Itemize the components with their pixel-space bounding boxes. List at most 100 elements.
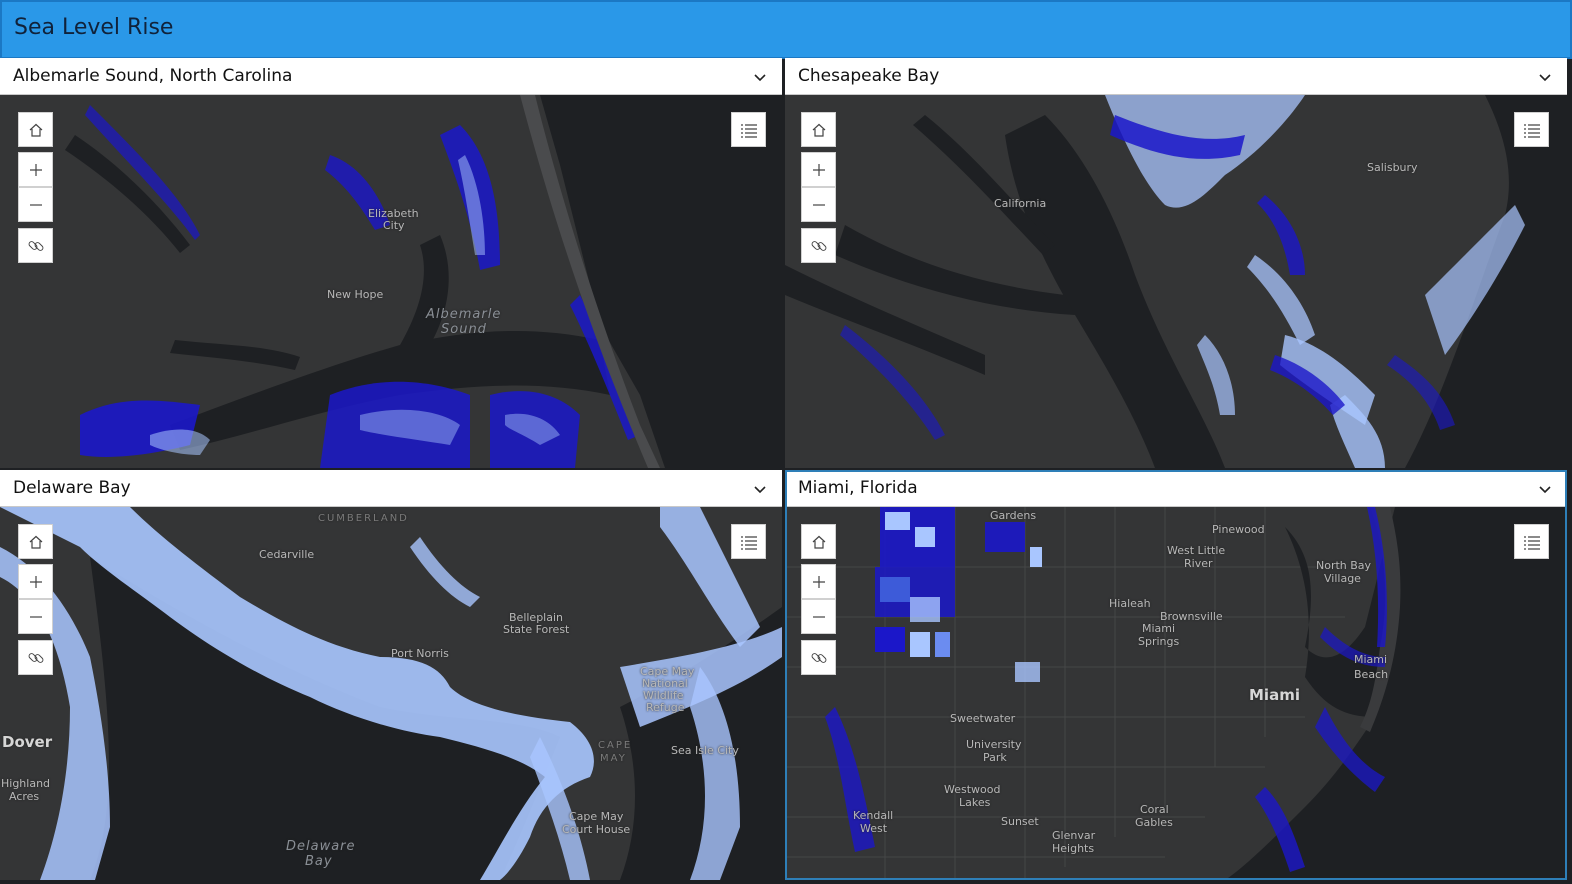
map-label: Miami: [1249, 686, 1300, 704]
legend-list-icon: [740, 535, 757, 550]
map-label: Springs: [1138, 635, 1180, 648]
plus-icon: [812, 575, 825, 588]
share-link-button[interactable]: [18, 640, 53, 675]
zoom-out-button[interactable]: [18, 599, 53, 634]
location-selector-label: Albemarle Sound, North Carolina: [13, 66, 293, 86]
map-label: Sea Isle City: [671, 744, 739, 757]
map-view-chesapeake[interactable]: California Salisbury: [785, 95, 1567, 468]
map-label: Highland: [1, 777, 51, 790]
location-selector-albemarle[interactable]: Albemarle Sound, North Carolina: [0, 58, 782, 95]
location-selector-chesapeake[interactable]: Chesapeake Bay: [785, 58, 1567, 95]
map-label: Park: [983, 751, 1007, 764]
map-label: Miami: [1142, 622, 1176, 635]
app-header: Sea Level Rise: [0, 0, 1572, 59]
map-label: West: [860, 822, 888, 835]
home-button[interactable]: [801, 524, 836, 559]
map-label: Cedarville: [259, 548, 315, 561]
map-panel-delaware: Delaware Bay CUMBERLAND Cedarville Belle…: [0, 470, 782, 880]
home-button[interactable]: [18, 524, 53, 559]
home-icon: [812, 535, 825, 549]
link-icon: [811, 240, 826, 251]
map-label: Beach: [1354, 668, 1389, 681]
location-selector-delaware[interactable]: Delaware Bay: [0, 470, 782, 507]
legend-list-icon: [1523, 123, 1540, 138]
chevron-down-icon: [754, 74, 766, 82]
map-label: Heights: [1052, 842, 1095, 855]
location-selector-label: Miami, Florida: [798, 478, 918, 498]
home-button[interactable]: [801, 112, 836, 147]
map-label: Cape May: [569, 810, 624, 823]
minus-icon: [812, 615, 825, 618]
map-label: Sunset: [1001, 815, 1039, 828]
share-link-button[interactable]: [18, 228, 53, 263]
map-label: Salisbury: [1367, 161, 1418, 174]
plus-icon: [812, 163, 825, 176]
map-label: Glenvar: [1052, 829, 1096, 842]
location-selector-label: Delaware Bay: [13, 478, 131, 498]
chevron-down-icon: [1539, 74, 1551, 82]
plus-icon: [29, 163, 42, 176]
map-label: University: [966, 738, 1022, 751]
location-selector-miami[interactable]: Miami, Florida: [785, 470, 1567, 507]
legend-button[interactable]: [731, 524, 766, 559]
map-label: Miami: [1354, 653, 1388, 666]
map-view-miami[interactable]: Gardens Pinewood West Little River North…: [785, 507, 1567, 880]
map-label: Dover: [2, 733, 53, 751]
map-panel-albemarle: Albemarle Sound, North Carolina Elizabet…: [0, 58, 782, 468]
map-panel-chesapeake: Chesapeake Bay California Salisbury: [785, 58, 1567, 468]
minus-icon: [29, 203, 42, 206]
location-selector-label: Chesapeake Bay: [798, 66, 940, 86]
map-label: Acres: [9, 790, 40, 803]
share-link-button[interactable]: [801, 228, 836, 263]
chevron-down-icon: [754, 486, 766, 494]
minus-icon: [29, 615, 42, 618]
zoom-out-button[interactable]: [801, 599, 836, 634]
zoom-in-button[interactable]: [18, 152, 53, 187]
map-label: Westwood: [944, 783, 1001, 796]
home-icon: [29, 535, 42, 549]
basemap: [0, 95, 782, 468]
zoom-in-button[interactable]: [801, 152, 836, 187]
map-view-delaware[interactable]: CUMBERLAND Cedarville Belleplain State F…: [0, 507, 782, 880]
link-icon: [811, 652, 826, 663]
map-label: Lakes: [959, 796, 991, 809]
map-label: CAPE: [598, 740, 633, 751]
map-label: Sweetwater: [950, 712, 1016, 725]
water-label: Albemarle: [426, 307, 502, 322]
water-label: Bay: [305, 854, 333, 869]
map-view-albemarle[interactable]: Elizabeth City New Hope Albemarle Sound: [0, 95, 782, 468]
zoom-in-button[interactable]: [801, 564, 836, 599]
home-icon: [812, 123, 825, 137]
map-label: North Bay: [1316, 559, 1372, 572]
zoom-out-button[interactable]: [18, 187, 53, 222]
minus-icon: [812, 203, 825, 206]
map-label: River: [1184, 557, 1213, 570]
map-label: Pinewood: [1212, 523, 1265, 536]
home-button[interactable]: [18, 112, 53, 147]
map-label: West Little: [1167, 544, 1226, 557]
map-label: Kendall: [853, 809, 894, 822]
water-label: Delaware: [286, 839, 356, 854]
share-link-button[interactable]: [801, 640, 836, 675]
map-label: California: [994, 197, 1047, 210]
legend-list-icon: [1523, 535, 1540, 550]
legend-button[interactable]: [1514, 112, 1549, 147]
zoom-in-button[interactable]: [18, 564, 53, 599]
map-label: Court House: [562, 823, 631, 836]
chevron-down-icon: [1539, 486, 1551, 494]
basemap: [785, 507, 1567, 880]
map-label: MAY: [600, 753, 627, 764]
link-icon: [28, 240, 43, 251]
map-label: Gables: [1135, 816, 1173, 829]
app-title: Sea Level Rise: [14, 15, 174, 40]
link-icon: [28, 652, 43, 663]
map-label: New Hope: [327, 288, 384, 301]
map-label: Hialeah: [1109, 597, 1151, 610]
zoom-out-button[interactable]: [801, 187, 836, 222]
basemap: [785, 95, 1567, 468]
map-label: State Forest: [503, 623, 570, 636]
map-label: CUMBERLAND: [318, 513, 409, 524]
legend-button[interactable]: [1514, 524, 1549, 559]
legend-button[interactable]: [731, 112, 766, 147]
legend-list-icon: [740, 123, 757, 138]
